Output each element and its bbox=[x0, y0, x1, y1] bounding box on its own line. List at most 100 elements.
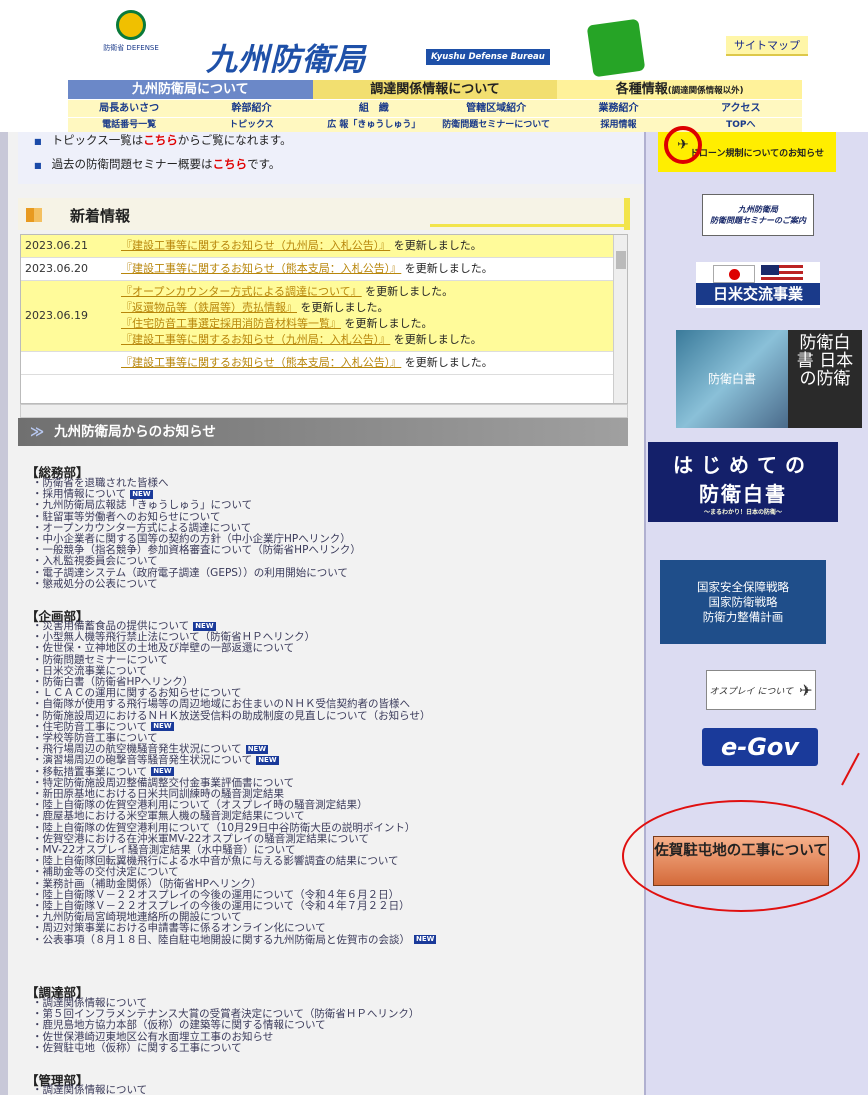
nav-recruit[interactable]: 採用情報 bbox=[557, 118, 679, 132]
nav-top[interactable]: TOPへ bbox=[680, 118, 802, 132]
divider bbox=[624, 198, 630, 230]
nav-topics[interactable]: トピックス bbox=[190, 118, 312, 132]
chevron-right-icon: ≫ bbox=[30, 424, 45, 440]
nav-jurisdiction[interactable]: 管轄区域紹介 bbox=[435, 100, 557, 117]
site-title[interactable]: 九州防衛局 bbox=[206, 34, 366, 79]
logo-text: 防衛省 DEFENSE bbox=[103, 44, 159, 52]
news-date bbox=[21, 351, 117, 375]
logo-emblem-icon bbox=[116, 10, 146, 40]
site-header: 防衛省 DEFENSE 九州防衛局 Kyushu Defense Bureau … bbox=[0, 0, 868, 132]
nav-phone-list[interactable]: 電話番号一覧 bbox=[68, 118, 190, 132]
news-link[interactable]: 『建設工事等に関するお知らせ（熊本支局：入札公告）』 bbox=[121, 356, 401, 369]
seminar-link[interactable]: こちら bbox=[213, 157, 248, 171]
news-link[interactable]: 『建設工事等に関するお知らせ（九州局：入札公告）』 bbox=[121, 333, 390, 346]
kyushu-map-icon bbox=[586, 18, 646, 78]
text: からご覧になれます。 bbox=[177, 133, 292, 147]
notice-link[interactable]: 懲戒処分の公表について bbox=[32, 577, 642, 590]
banner-text: 日米交流事業 bbox=[696, 283, 820, 305]
news-link[interactable]: 『住宅防音工事選定採用消防音材料等一覧』 bbox=[121, 317, 341, 330]
divider bbox=[430, 224, 630, 227]
news-item: 『オープンカウンター方式による調達について』 を更新しました。 bbox=[121, 284, 613, 300]
nav-pr-magazine[interactable]: 広 報「きゅうしゅう」 bbox=[313, 118, 435, 132]
notice-link[interactable]: 調達関係情報について bbox=[32, 1084, 642, 1095]
right-sidebar: ✈ ドローン規制についてのお知らせ 九州防衛局 防衛問題セミナーのご案内 日米交流事… bbox=[644, 126, 868, 1095]
scroll-thumb[interactable] bbox=[616, 251, 626, 269]
notice-text: 防衛施設周辺におけるＮＨＫ放送受信料の助成制度の見直しについて（お知らせ） bbox=[42, 709, 431, 722]
text: ～まるわかり！日本の防衛～ bbox=[703, 508, 782, 516]
news-hscrollbar[interactable] bbox=[20, 404, 628, 418]
white-paper-title: 防衛白書 日本の防衛 bbox=[788, 330, 862, 428]
notice-text: 入札監視委員会について bbox=[42, 555, 158, 568]
egov-banner[interactable]: e-Gov bbox=[702, 728, 818, 766]
text: はじめての bbox=[673, 452, 813, 477]
nav-executives[interactable]: 幹部紹介 bbox=[190, 100, 312, 117]
news-item: 『建設工事等に関するお知らせ（九州局：入札公告）』 を更新しました。 bbox=[121, 332, 613, 348]
news-items: 『オープンカウンター方式による調達について』 を更新しました。 『返還物品等（鉄屑… bbox=[117, 280, 617, 352]
news-list[interactable]: 2023.06.21 『建設工事等に関するお知らせ（九州局：入札公告）』 を更新し… bbox=[20, 234, 628, 404]
section-list: 災害用備蓄食品の提供についてNEW小型無人機等飛行禁止法について（防衛省ＨＰへリ… bbox=[32, 620, 642, 946]
news-items: 『建設工事等に関するお知らせ（九州局：入札公告）』 を更新しました。 bbox=[117, 235, 617, 258]
news-suffix: を更新しました。 bbox=[401, 356, 493, 369]
seminar-line: 過去の防衛問題セミナー概要はこちらです。 bbox=[34, 156, 281, 172]
news-date: 2023.06.21 bbox=[21, 235, 117, 258]
news-items: 『建設工事等に関するお知らせ（熊本支局：入札公告）』 を更新しました。 bbox=[117, 257, 617, 281]
notice-link[interactable]: 佐賀駐屯地（仮称）に関する工事について bbox=[32, 1042, 642, 1054]
drone-banner[interactable]: ✈ ドローン規制についてのお知らせ bbox=[658, 126, 836, 172]
news-suffix: を更新しました。 bbox=[390, 333, 482, 346]
notice-text: 懲戒処分の公表について bbox=[42, 577, 158, 590]
news-link[interactable]: 『オープンカウンター方式による調達について』 bbox=[121, 285, 362, 298]
seminar-banner[interactable]: 九州防衛局 防衛問題セミナーのご案内 bbox=[702, 194, 814, 236]
text: 防衛白書 bbox=[699, 481, 787, 506]
news-item: 『住宅防音工事選定採用消防音材料等一覧』 を更新しました。 bbox=[121, 316, 613, 332]
text: トピックス一覧は bbox=[51, 133, 144, 147]
new-badge: NEW bbox=[414, 935, 437, 945]
first-white-paper-banner[interactable]: はじめての防衛白書 ～まるわかり！日本の防衛～ bbox=[648, 442, 838, 522]
news-link[interactable]: 『建設工事等に関するお知らせ（熊本支局：入札公告）』 bbox=[121, 262, 401, 275]
nav-director-greeting[interactable]: 局長あいさつ bbox=[68, 100, 190, 117]
news-suffix: を更新しました。 bbox=[297, 301, 389, 314]
strategy-banner[interactable]: 国家安全保障戦略 国家防衛戦略 防衛力整備計画 bbox=[660, 560, 826, 644]
notice-text: 日米交流事業について bbox=[42, 664, 148, 677]
news-link[interactable]: 『建設工事等に関するお知らせ（九州局：入札公告）』 bbox=[121, 239, 390, 252]
main-content: トピックス一覧はこちらからご覧になれます。 過去の防衛問題セミナー概要はこちらで… bbox=[0, 132, 644, 1095]
notice-text: 公表事項（８月１８日、陸自駐屯地開設に関する九州防衛局と佐賀市の会談） bbox=[42, 933, 411, 946]
notice-text: 自衛隊が使用する飛行場等の周辺地域にお住まいのＮＨＫ受信契約者の皆様へ bbox=[42, 698, 411, 711]
mod-logo[interactable]: 防衛省 DEFENSE bbox=[100, 10, 162, 76]
tab-about[interactable]: 九州防衛局について bbox=[68, 80, 313, 99]
notice-text: 移転措置事業について bbox=[42, 765, 148, 778]
text: 防衛問題セミナーのご案内 bbox=[710, 216, 806, 225]
news-date: 2023.06.20 bbox=[21, 257, 117, 281]
news-heading: 新着情報 bbox=[70, 207, 131, 225]
notice-text: 鹿屋基地における米空軍無人機の騒音測定結果について bbox=[42, 810, 305, 823]
news-link[interactable]: 『返還物品等（鉄屑等）売払情報』 bbox=[121, 301, 297, 314]
nav-operations[interactable]: 業務紹介 bbox=[557, 100, 679, 117]
new-badge: NEW bbox=[151, 722, 174, 732]
text: 防衛力整備計画 bbox=[702, 609, 784, 624]
japan-flag-icon bbox=[713, 265, 755, 283]
news-square-icon bbox=[26, 208, 42, 222]
nav-access[interactable]: アクセス bbox=[680, 100, 802, 117]
notice-text: 駐留軍等労働者へのお知らせについて bbox=[42, 510, 221, 523]
text: 国家安全保障戦略 bbox=[697, 579, 789, 594]
news-suffix: を更新しました。 bbox=[390, 239, 482, 252]
news-scrollbar[interactable] bbox=[613, 235, 627, 403]
section-list: 調達関係情報について bbox=[32, 1084, 642, 1095]
white-paper-banner[interactable]: 防衛白書 防衛白書 日本の防衛 bbox=[676, 330, 862, 428]
osprey-banner[interactable]: オスプレイ について ✈ bbox=[706, 670, 816, 710]
nav-seminar[interactable]: 防衛問題セミナーについて bbox=[435, 118, 557, 132]
news-suffix: を更新しました。 bbox=[341, 317, 433, 330]
notice-text: 佐世保港崎辺東地区公有水面埋立工事のお知らせ bbox=[42, 1030, 274, 1043]
news-date: 2023.06.19 bbox=[21, 280, 117, 352]
sitemap-link[interactable]: サイトマップ bbox=[726, 36, 808, 56]
nav-organization[interactable]: 組 織 bbox=[313, 100, 435, 117]
notice-link[interactable]: 公表事項（８月１８日、陸自駐屯地開設に関する九州防衛局と佐賀市の会談）NEW bbox=[32, 933, 642, 946]
saga-construction-button[interactable]: 佐賀駐屯地の工事について bbox=[653, 836, 829, 886]
tab-various-info[interactable]: 各種情報(調達関係情報以外) bbox=[557, 80, 803, 99]
us-japan-exchange-banner[interactable]: 日米交流事業 bbox=[696, 262, 820, 308]
news-item: 『建設工事等に関するお知らせ（熊本支局：入札公告）』 を更新しました。 bbox=[121, 261, 613, 277]
topics-link[interactable]: こちら bbox=[143, 133, 178, 147]
tab-procurement[interactable]: 調達関係情報について bbox=[312, 80, 558, 99]
flags bbox=[713, 265, 803, 283]
info-header: ≫ 九州防衛局からのお知らせ bbox=[18, 418, 628, 446]
tab-various-note: (調達関係情報以外) bbox=[667, 86, 744, 96]
